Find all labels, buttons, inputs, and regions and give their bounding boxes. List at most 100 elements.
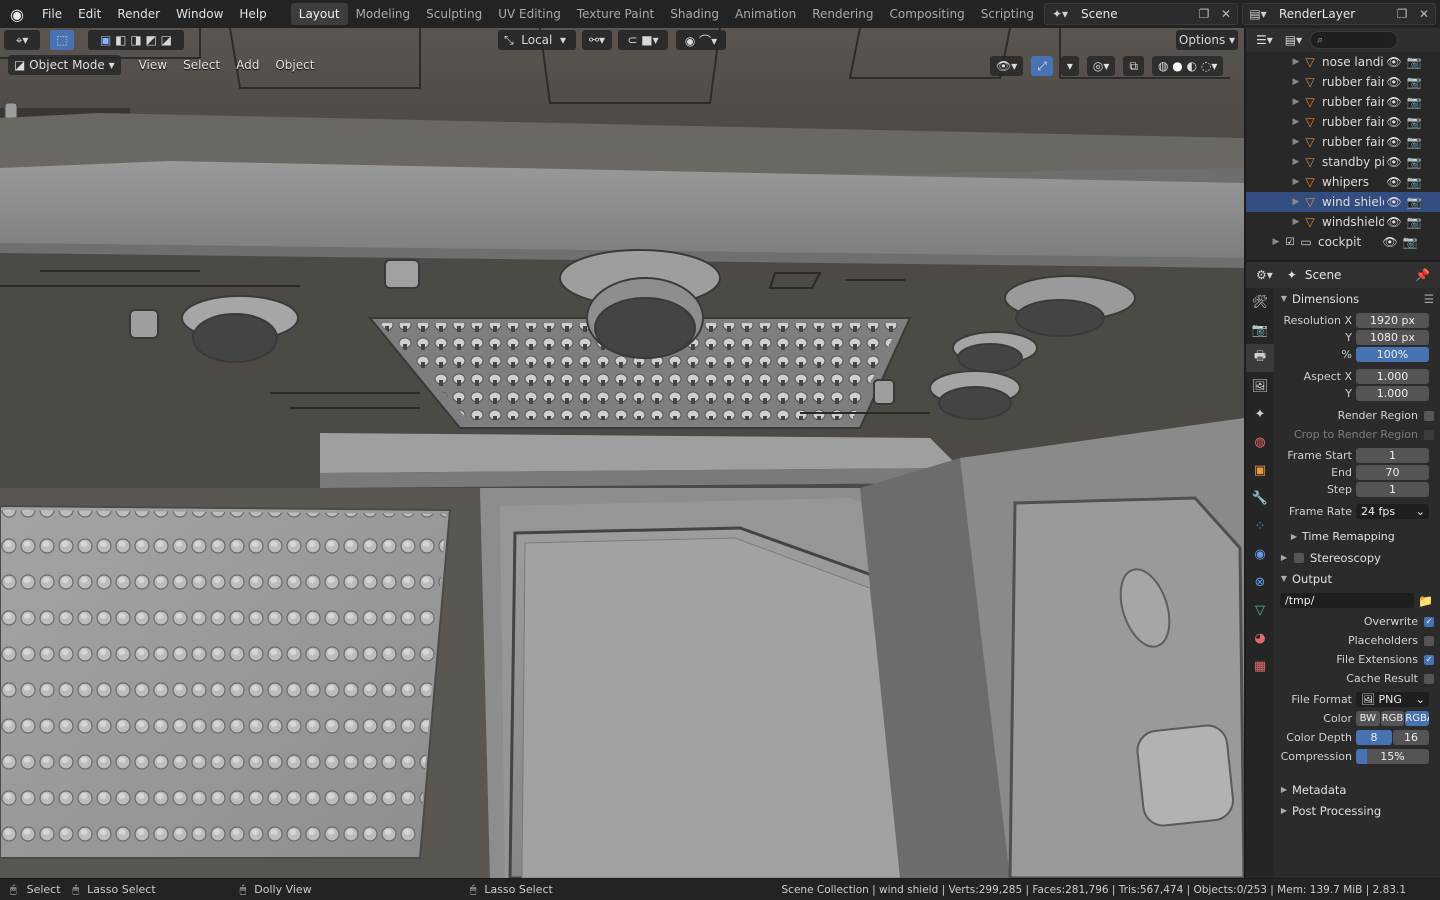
new-scene-icon[interactable]: ❐ xyxy=(1193,7,1215,21)
pin-icon[interactable]: 📌 xyxy=(1415,268,1430,282)
resolution-y-field[interactable]: 1080 px xyxy=(1356,330,1429,345)
folder-icon[interactable]: 📁 xyxy=(1418,594,1433,608)
frame-rate-dropdown[interactable]: 24 fps ⌄ xyxy=(1356,504,1429,519)
compression-slider[interactable]: 15% xyxy=(1356,749,1429,764)
eye-icon[interactable]: 👁 xyxy=(1384,155,1404,169)
properties-editor-type-icon[interactable]: ⚙▾ xyxy=(1256,268,1273,282)
resolution-x-field[interactable]: 1920 px xyxy=(1356,313,1429,328)
expand-arrow-icon[interactable]: ▶ xyxy=(1290,217,1302,227)
scene-selector[interactable]: ✦▾ Scene ❐ ✕ xyxy=(1044,3,1238,25)
metadata-panel-header[interactable]: ▶ Metadata xyxy=(1276,779,1440,800)
overlays-icon[interactable]: ◎▾ xyxy=(1086,56,1116,76)
file-format-dropdown[interactable]: 🖼 PNG ⌄ xyxy=(1356,692,1429,707)
camera-icon[interactable]: 📷 xyxy=(1404,215,1424,229)
outliner-editor-type-icon[interactable]: ☰▾ xyxy=(1256,33,1273,47)
menu-window[interactable]: Window xyxy=(168,0,231,28)
blender-logo-icon[interactable]: ◉ xyxy=(0,0,34,28)
frame-end-field[interactable]: 70 xyxy=(1356,465,1429,480)
camera-icon[interactable]: 📷 xyxy=(1404,55,1424,69)
view-layer-name[interactable]: RenderLayer xyxy=(1273,7,1391,21)
camera-icon[interactable]: 📷 xyxy=(1404,75,1424,89)
dimensions-panel-header[interactable]: ▼ Dimensions ☰ xyxy=(1276,288,1440,309)
camera-icon[interactable]: 📷 xyxy=(1404,115,1424,129)
eye-icon[interactable]: 👁 xyxy=(1384,115,1404,129)
expand-arrow-icon[interactable]: ▶ xyxy=(1290,117,1302,127)
select-box-intersect-icon[interactable]: ◪ xyxy=(161,33,172,47)
outliner-row-name[interactable]: nose landing xyxy=(1322,55,1384,69)
proportional-editing-icon[interactable]: ◉ ⌒▾ xyxy=(676,30,726,50)
placeholders-checkbox[interactable] xyxy=(1424,635,1434,646)
expand-arrow-icon[interactable]: ▶ xyxy=(1290,197,1302,207)
camera-icon[interactable]: 📷 xyxy=(1404,195,1424,209)
view-menu[interactable]: View xyxy=(133,55,173,75)
tab-layout[interactable]: Layout xyxy=(290,3,348,25)
select-menu[interactable]: Select xyxy=(177,55,226,75)
display-mode-icon[interactable]: ▤▾ xyxy=(1285,33,1302,47)
outliner-row[interactable]: ▶▽ rubber fairin👁📷 xyxy=(1246,92,1440,112)
outliner-row-name[interactable]: cockpit xyxy=(1318,235,1380,249)
outliner-row[interactable]: ▶ ▽ wind shield 👁 📷 xyxy=(1246,192,1440,212)
tab-sculpting[interactable]: Sculpting xyxy=(418,3,490,25)
tab-uv-editing[interactable]: UV Editing xyxy=(490,3,569,25)
new-view-layer-icon[interactable]: ❐ xyxy=(1391,7,1413,21)
aspect-x-field[interactable]: 1.000 xyxy=(1356,369,1429,384)
select-box-invert-icon[interactable]: ◩ xyxy=(146,33,157,47)
pivot-point-icon[interactable]: ⚯▾ xyxy=(582,30,612,50)
outliner-row-name[interactable]: rubber fairin xyxy=(1322,95,1384,109)
eye-icon[interactable]: 👁 xyxy=(1384,75,1404,89)
frame-step-field[interactable]: 1 xyxy=(1356,482,1429,497)
add-menu[interactable]: Add xyxy=(230,55,265,75)
outliner-row-name[interactable]: standby pitit xyxy=(1322,155,1384,169)
select-tool-icon[interactable]: ⬚ xyxy=(50,30,74,50)
solid-shading-icon[interactable]: ● xyxy=(1172,59,1182,73)
gizmo-dropdown-icon[interactable]: ▾ xyxy=(1060,56,1079,76)
outliner-row[interactable]: ▶ ▽ whipers 👁 📷 xyxy=(1246,172,1440,192)
select-box-extend-icon[interactable]: ◧ xyxy=(115,33,126,47)
outliner-row[interactable]: ▶▽ rubber fairin👁📷 xyxy=(1246,112,1440,132)
select-box-new-icon[interactable]: ▣ xyxy=(100,33,111,47)
3d-viewport[interactable]: ⌖▾ ⬚ ▣ ◧ ◨ ◩ ◪ ⤡ Local ▾ ⚯▾ ⊂ ■▾ ◉ ⌒▾ Op… xyxy=(0,28,1244,878)
tab-modeling[interactable]: Modeling xyxy=(348,3,419,25)
menu-help[interactable]: Help xyxy=(231,0,274,28)
output-panel-header[interactable]: ▼ Output xyxy=(1276,568,1440,589)
tool-tab-icon[interactable]: 🛠 xyxy=(1246,288,1274,316)
overwrite-checkbox[interactable]: ✓ xyxy=(1424,616,1434,627)
outliner-row[interactable]: ▶▽ rubber fairin👁📷 xyxy=(1246,72,1440,92)
tab-rendering[interactable]: Rendering xyxy=(804,3,881,25)
color-depth-16-button[interactable]: 16 xyxy=(1393,730,1429,745)
outliner-row[interactable]: ▶▽ windshield c👁📷 xyxy=(1246,212,1440,232)
viewport-render[interactable] xyxy=(0,28,1244,878)
outliner-row-name[interactable]: whipers xyxy=(1322,175,1384,189)
color-bw-button[interactable]: BW xyxy=(1356,711,1380,726)
camera-icon[interactable]: 📷 xyxy=(1404,175,1424,189)
outliner-row-name[interactable]: rubber fairin xyxy=(1322,115,1384,129)
camera-icon[interactable]: 📷 xyxy=(1400,235,1420,249)
select-box-subtract-icon[interactable]: ◨ xyxy=(130,33,141,47)
modifier-tab-icon[interactable]: 🔧 xyxy=(1246,484,1274,512)
eye-icon[interactable]: 👁 xyxy=(1384,95,1404,109)
color-depth-8-button[interactable]: 8 xyxy=(1356,730,1392,745)
eye-icon[interactable]: 👁 xyxy=(1384,195,1404,209)
expand-arrow-icon[interactable]: ▶ xyxy=(1290,137,1302,147)
tab-scripting[interactable]: Scripting xyxy=(973,3,1042,25)
camera-icon[interactable]: 📷 xyxy=(1404,155,1424,169)
physics-tab-icon[interactable]: ◉ xyxy=(1246,540,1274,568)
scene-name[interactable]: Scene xyxy=(1075,7,1193,21)
texture-tab-icon[interactable]: ▦ xyxy=(1246,652,1274,680)
xray-icon[interactable]: ⧉ xyxy=(1123,56,1144,76)
constraints-tab-icon[interactable]: ⊗ xyxy=(1246,568,1274,596)
color-rgb-button[interactable]: RGB xyxy=(1380,711,1405,726)
mode-dropdown[interactable]: ◪ Object Mode ▾ xyxy=(8,55,121,75)
stereoscopy-checkbox[interactable] xyxy=(1294,552,1304,563)
expand-arrow-icon[interactable]: ▶ xyxy=(1270,237,1282,247)
options-dropdown[interactable]: Options ▾ xyxy=(1176,30,1238,50)
delete-scene-icon[interactable]: ✕ xyxy=(1215,7,1237,21)
world-tab-icon[interactable]: ◍ xyxy=(1246,428,1274,456)
menu-file[interactable]: File xyxy=(34,0,70,28)
eye-icon[interactable]: 👁 xyxy=(1384,55,1404,69)
material-shading-icon[interactable]: ◐ xyxy=(1187,59,1197,73)
render-tab-icon[interactable]: 📷 xyxy=(1246,316,1274,344)
rendered-shading-icon[interactable]: ◌ xyxy=(1201,59,1211,73)
tab-compositing[interactable]: Compositing xyxy=(881,3,972,25)
wireframe-shading-icon[interactable]: ◍ xyxy=(1158,59,1168,73)
